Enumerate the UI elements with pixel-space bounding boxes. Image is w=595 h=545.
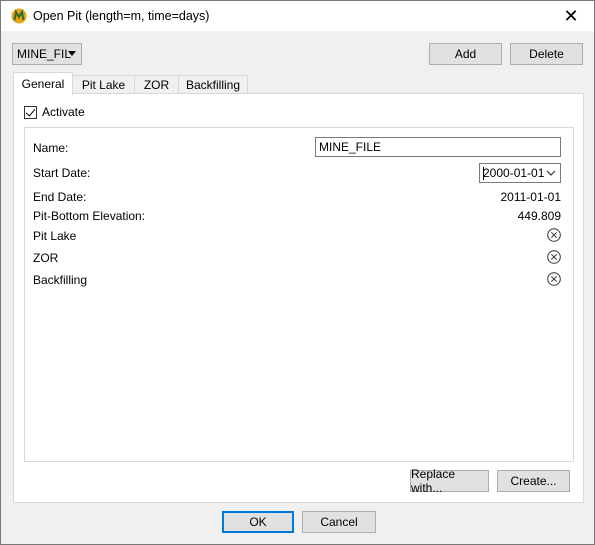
create-button-label: Create... <box>510 474 557 488</box>
end-date-label: End Date: <box>33 190 87 204</box>
tab-pit-lake-label: Pit Lake <box>81 78 126 92</box>
name-label: Name: <box>33 141 69 155</box>
tab-backfilling[interactable]: Backfilling <box>178 75 248 94</box>
close-icon: ✕ <box>563 5 579 26</box>
elevation-value: 449.809 <box>517 209 561 223</box>
general-tab-panel: Activate Name: MINE_FILE Start Date: 200… <box>13 93 584 503</box>
elevation-label: Pit-Bottom Elevation: <box>33 209 146 223</box>
pit-lake-x-circle-icon <box>547 228 561 242</box>
properties-group: Name: MINE_FILE Start Date: 2000-01-01 E… <box>24 127 574 462</box>
delete-button[interactable]: Delete <box>510 43 583 65</box>
delete-button-label: Delete <box>529 47 564 61</box>
tab-backfilling-label: Backfilling <box>185 78 241 92</box>
activate-checkbox-row[interactable]: Activate <box>24 105 85 119</box>
tab-zor-label: ZOR <box>143 78 170 92</box>
title-bar: Open Pit (length=m, time=days) ✕ <box>1 1 594 31</box>
close-button[interactable]: ✕ <box>548 1 594 31</box>
tab-pit-lake[interactable]: Pit Lake <box>72 75 135 94</box>
dialog-window: Open Pit (length=m, time=days) ✕ MINE_FI… <box>0 0 595 545</box>
name-field-value: MINE_FILE <box>319 140 382 154</box>
tab-zor[interactable]: ZOR <box>134 75 179 94</box>
app-logo-icon <box>11 8 27 24</box>
object-selector-value: MINE_FIL <box>17 47 72 61</box>
end-date-value: 2011-01-01 <box>500 190 562 204</box>
ok-button[interactable]: OK <box>222 511 294 533</box>
window-title: Open Pit (length=m, time=days) <box>33 9 210 23</box>
activate-label: Activate <box>42 105 85 119</box>
tab-general-label: General <box>21 77 65 91</box>
dropdown-arrow-icon <box>68 51 76 56</box>
backfilling-x-circle-icon <box>547 272 561 286</box>
create-button[interactable]: Create... <box>497 470 570 492</box>
pit-lake-label: Pit Lake <box>33 229 77 243</box>
chevron-down-icon[interactable] <box>546 168 556 178</box>
start-date-label: Start Date: <box>33 166 91 180</box>
tab-general[interactable]: General <box>13 72 73 95</box>
zor-x-circle-icon <box>547 250 561 264</box>
replace-with-button[interactable]: Replace with... <box>410 467 489 495</box>
object-selector[interactable]: MINE_FIL <box>12 43 82 65</box>
start-date-picker[interactable]: 2000-01-01 <box>479 163 561 183</box>
cancel-button[interactable]: Cancel <box>302 511 376 533</box>
name-field[interactable]: MINE_FILE <box>315 137 561 157</box>
start-date-value: 2000-01-01 <box>483 166 545 180</box>
cancel-button-label: Cancel <box>320 515 358 529</box>
zor-label: ZOR <box>33 251 59 265</box>
activate-checkbox[interactable] <box>24 105 37 119</box>
add-button[interactable]: Add <box>429 43 502 65</box>
text-caret <box>483 167 484 180</box>
backfilling-label: Backfilling <box>33 273 88 287</box>
replace-with-label: Replace with... <box>411 467 456 495</box>
ok-button-label: OK <box>249 515 267 529</box>
add-button-label: Add <box>454 47 477 61</box>
